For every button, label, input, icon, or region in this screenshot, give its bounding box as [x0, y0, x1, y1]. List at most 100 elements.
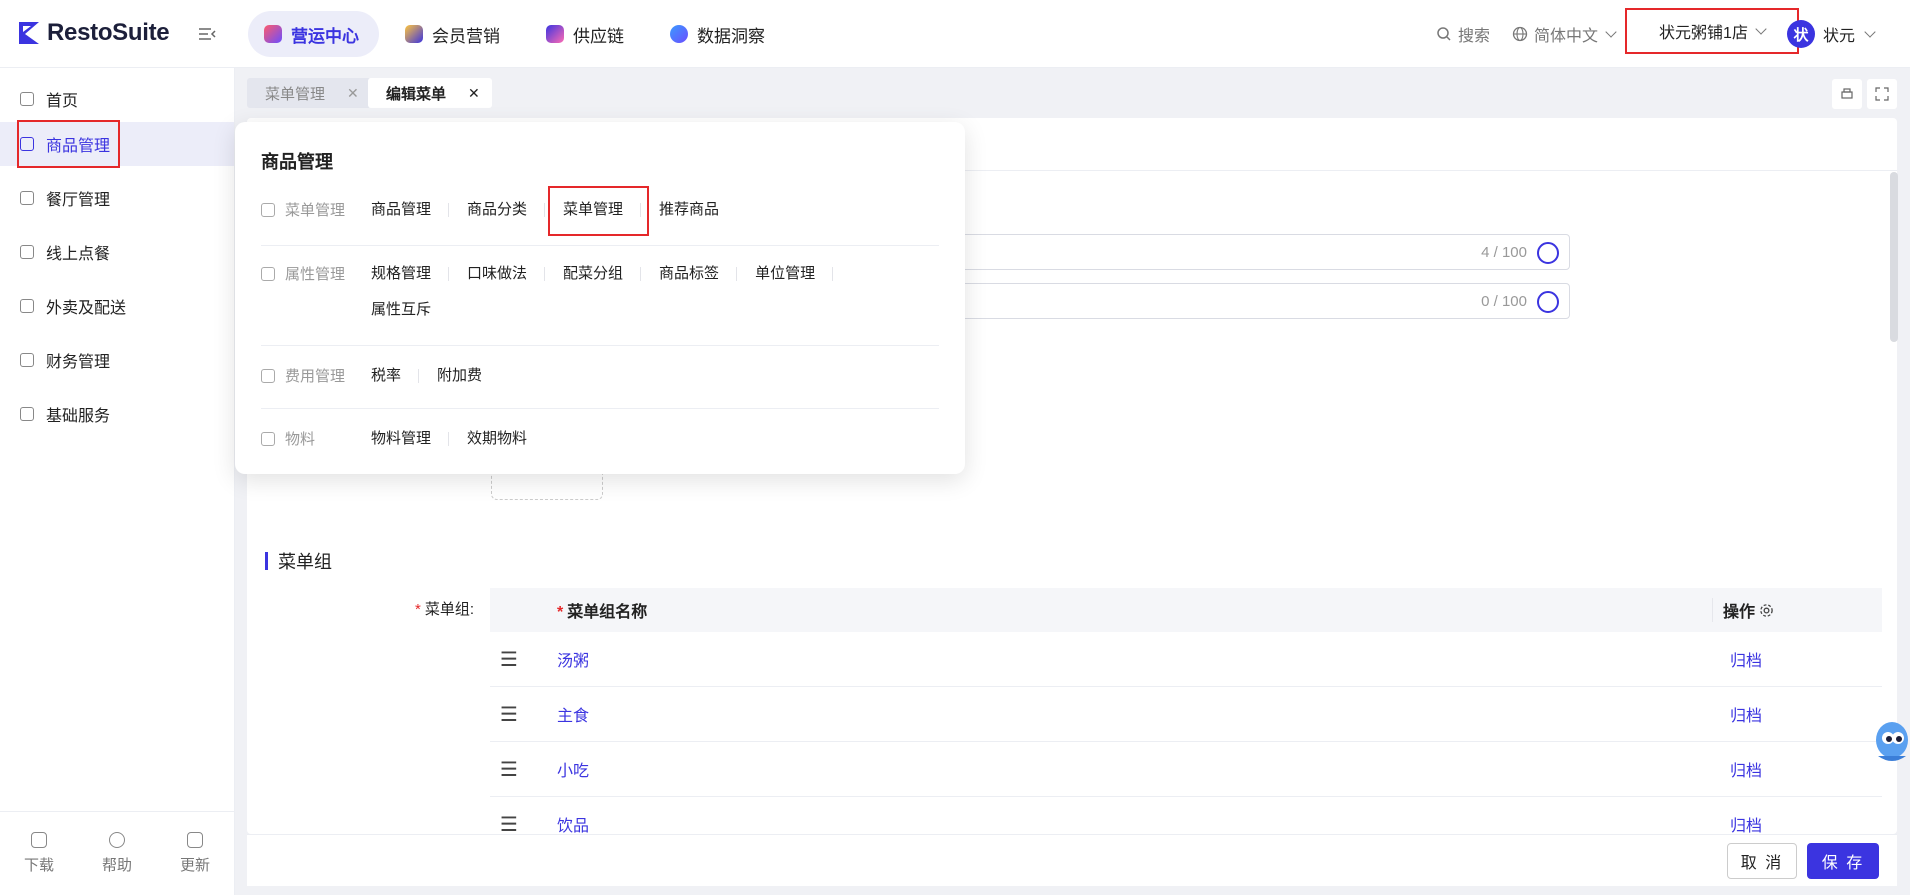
archive-link[interactable]: 归档 [1712, 757, 1882, 781]
user-name: 状元 [1823, 28, 1856, 45]
grid-icon [20, 407, 34, 421]
sidebar: 首页 商品管理 餐厅管理 线上点餐 外卖及配送 财务管理 基础服务 下载 帮助 [0, 68, 235, 895]
help-button[interactable]: 帮助 [102, 832, 132, 875]
sidebar-item-home[interactable]: 首页 [0, 77, 234, 121]
menu-link-product-tags[interactable]: 商品标签 [659, 263, 738, 285]
sidebar-item-label: 餐厅管理 [46, 192, 111, 209]
ai-translate-icon[interactable] [1537, 291, 1559, 313]
product-management-dropdown: 商品管理 菜单管理 商品管理 商品分类 菜单管理 推荐商品 属性管理 规格管理 … [235, 122, 965, 474]
menu-link-flavor[interactable]: 口味做法 [467, 263, 546, 285]
dropdown-title: 商品管理 [261, 152, 333, 172]
group-links: 税率 附加费 [371, 365, 931, 387]
menu-name-input[interactable]: 4 / 100 [937, 234, 1570, 270]
group-label: 物料 [285, 431, 316, 448]
close-icon[interactable]: ✕ [468, 85, 480, 102]
group-links: 规格管理 口味做法 配菜分组 商品标签 单位管理 属性互斥 [371, 263, 931, 321]
menu-link-unit-management[interactable]: 单位管理 [755, 263, 834, 285]
download-button[interactable]: 下载 [24, 832, 54, 875]
nav-label: 会员营销 [432, 26, 500, 46]
table-row: ☰ 主食 归档 [490, 687, 1882, 742]
nav-member-marketing[interactable]: 会员营销 [389, 11, 520, 57]
menu-link-surcharge[interactable]: 附加费 [437, 365, 500, 387]
drag-handle-icon[interactable]: ☰ [490, 757, 547, 782]
assistant-mascot-icon[interactable] [1868, 712, 1910, 772]
collapse-menu-icon[interactable] [197, 24, 217, 44]
nav-ops-center[interactable]: 营运中心 [248, 11, 379, 57]
menu-doc-icon [261, 202, 275, 217]
menu-link-product-management[interactable]: 商品管理 [371, 199, 450, 221]
store-icon [20, 191, 34, 205]
required-mark: * [557, 604, 564, 621]
attr-icon [261, 266, 275, 281]
header-name: * 菜单组名称 [547, 598, 1712, 622]
user-menu[interactable]: 状 状元 [1787, 20, 1876, 48]
fullscreen-button[interactable] [1867, 79, 1897, 109]
menu-link-product-category[interactable]: 商品分类 [467, 199, 546, 221]
menu-link-menu-management[interactable]: 菜单管理 [563, 199, 642, 221]
drag-handle-icon[interactable]: ☰ [490, 702, 547, 727]
nav-label: 数据洞察 [697, 26, 765, 46]
sidebar-item-basic-services[interactable]: 基础服务 [0, 392, 234, 436]
group-name-link[interactable]: 主食 [547, 702, 1712, 726]
nav-supply-chain[interactable]: 供应链 [530, 11, 644, 57]
divider [261, 345, 939, 346]
menu-link-spec-management[interactable]: 规格管理 [371, 263, 450, 285]
group-header: 费用管理 [261, 365, 371, 386]
supply-icon [546, 25, 564, 43]
nav-data-insight[interactable]: 数据洞察 [654, 11, 785, 57]
tab-edit-menu[interactable]: 编辑菜单 ✕ [368, 78, 492, 108]
material-icon [261, 431, 275, 446]
group-label: 菜单管理 [285, 202, 346, 219]
search-icon [1437, 27, 1451, 41]
sidebar-item-online-ordering[interactable]: 线上点餐 [0, 230, 234, 274]
archive-link[interactable]: 归档 [1712, 812, 1882, 834]
menu-link-material-management[interactable]: 物料管理 [371, 428, 450, 450]
form-footer: 取 消 保 存 [247, 834, 1897, 886]
menu-link-tax-rate[interactable]: 税率 [371, 365, 420, 387]
sidebar-item-restaurant-management[interactable]: 餐厅管理 [0, 176, 234, 220]
store-label: 状元粥铺1店 [1659, 25, 1748, 42]
divider [261, 408, 939, 409]
logo-text: RestoSuite [47, 19, 170, 46]
menu-desc-input[interactable]: 0 / 100 [937, 283, 1570, 319]
close-icon[interactable]: ✕ [347, 85, 359, 102]
sidebar-item-finance[interactable]: 财务管理 [0, 338, 234, 382]
globe-icon [1512, 26, 1528, 42]
avatar: 状 [1787, 20, 1815, 48]
cancel-button[interactable]: 取 消 [1727, 843, 1797, 879]
data-icon [670, 25, 688, 43]
update-icon [186, 832, 203, 848]
tab-menu-management[interactable]: 菜单管理 ✕ [247, 78, 371, 108]
chevron-down-icon [1755, 23, 1767, 35]
update-button[interactable]: 更新 [180, 832, 210, 875]
menu-link-recommended-products[interactable]: 推荐商品 [659, 199, 737, 221]
group-header: 菜单管理 [261, 199, 371, 220]
header-op: 操作 [1712, 598, 1882, 622]
store-select[interactable]: 状元粥铺1店 [1625, 8, 1799, 54]
language-select[interactable]: 简体中文 [1512, 22, 1617, 46]
cube-icon [20, 137, 34, 151]
sidebar-item-delivery[interactable]: 外卖及配送 [0, 284, 234, 328]
scrollbar[interactable] [1890, 172, 1898, 342]
drag-handle-icon[interactable]: ☰ [490, 647, 547, 672]
menu-link-attr-exclusion[interactable]: 属性互斥 [371, 299, 449, 321]
ai-translate-icon[interactable] [1537, 242, 1559, 264]
gear-icon[interactable] [1759, 603, 1774, 618]
menu-link-expiry-materials[interactable]: 效期物料 [467, 428, 545, 450]
save-button[interactable]: 保 存 [1807, 843, 1879, 879]
menu-link-side-dish-group[interactable]: 配菜分组 [563, 263, 642, 285]
group-name-link[interactable]: 饮品 [547, 812, 1712, 834]
archive-link[interactable]: 归档 [1712, 647, 1882, 671]
group-name-link[interactable]: 小吃 [547, 757, 1712, 781]
group-name-link[interactable]: 汤粥 [547, 647, 1712, 671]
archive-link[interactable]: 归档 [1712, 702, 1882, 726]
drag-handle-icon[interactable]: ☰ [490, 812, 547, 835]
print-button[interactable] [1832, 79, 1862, 109]
logo[interactable]: RestoSuite [17, 19, 170, 47]
char-count: 0 / 100 [1481, 293, 1527, 310]
search-button[interactable]: 搜索 [1436, 22, 1490, 46]
logo-icon [19, 22, 39, 44]
section-title-menu-group: 菜单组 [265, 548, 332, 574]
sidebar-item-product-management[interactable]: 商品管理 [0, 122, 234, 166]
table-row: ☰ 小吃 归档 [490, 742, 1882, 797]
